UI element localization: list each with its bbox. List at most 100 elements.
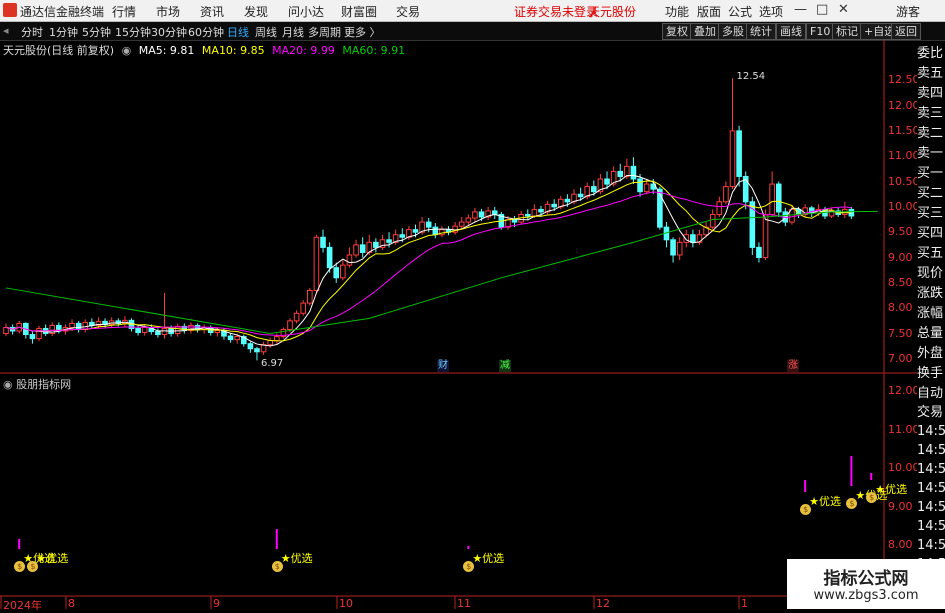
mark-button[interactable]: 标记 [832,23,862,40]
trade-field[interactable]: 14:56 [917,479,945,498]
close-icon[interactable]: ✕ [838,2,849,17]
candle-body [313,236,320,291]
period-5min[interactable]: 5分钟 [82,24,111,40]
candle-body [458,221,465,227]
price-tick: 10.50 [888,174,920,188]
quote-field[interactable]: 涨跌 [917,284,945,304]
quote-field[interactable]: 总量 [917,324,945,344]
quote-field[interactable]: 现价 [917,264,945,284]
period-tick[interactable]: 分时 [21,24,43,40]
trade-field[interactable]: 14:56 [917,441,945,460]
date-tick: 2024年 [3,599,42,612]
candle-body [227,335,234,341]
period-60min[interactable]: 60分钟 [188,24,224,40]
trade-field[interactable]: 14:56 [917,460,945,479]
stats-button[interactable]: 统计 [746,23,776,40]
period-more[interactable]: 更多 〉 [344,24,381,40]
signal-label: ★优选 [809,495,842,508]
guest-button[interactable]: 游客 [896,3,920,20]
period-1min[interactable]: 1分钟 [49,24,78,40]
period-multi[interactable]: 多周期 [308,24,341,40]
indicator-tick: 8.00 [888,538,913,551]
date-tick: 8 [68,597,75,610]
quote-field[interactable]: 买二 [917,184,945,204]
period-weekly[interactable]: 周线 [255,24,277,40]
quote-field[interactable]: 卖四 [917,84,945,104]
date-tick: 10 [339,597,353,610]
menu-trade[interactable]: 交易 [396,3,420,20]
quote-field[interactable]: 买三 [917,204,945,224]
candle-body [307,289,313,304]
quote-field[interactable]: 卖二 [917,124,945,144]
period-daily[interactable]: 日线 [227,24,249,40]
quote-field[interactable]: 换手 [917,364,945,384]
menu-market[interactable]: 市场 [156,3,180,20]
f10-button[interactable]: F10 [806,23,835,40]
indicator-title: ◉ 股朋指标网 [3,376,71,392]
price-tick: 11.00 [888,149,920,163]
candle-body [425,221,432,228]
quote-field[interactable]: 外盘 [917,344,945,364]
candle-body [775,183,782,213]
trade-field[interactable]: 14:56 [917,498,945,517]
quote-field[interactable]: 涨幅 [917,304,945,324]
menu-function[interactable]: 功能 [665,3,689,20]
quote-field[interactable]: 卖三 [917,104,945,124]
candle-body [637,178,643,193]
candle-body [577,193,584,198]
candle-body [604,178,610,185]
candle-body [643,183,650,193]
menu-news[interactable]: 资讯 [200,3,224,20]
event-reduce[interactable]: 减 [499,360,511,372]
minimize-icon[interactable]: — [794,2,807,17]
candle-body [141,326,148,334]
watermark: 指标公式网 www.zbgs3.com [787,559,945,609]
candle-body [478,211,485,218]
trade-field[interactable]: 14:56 [917,422,945,441]
candle-body [267,340,273,346]
candle-body [465,217,472,223]
maximize-icon[interactable]: □ [816,2,828,17]
menu-quotes[interactable]: 行情 [112,3,136,20]
quote-field[interactable]: 买一 [917,164,945,184]
back-button[interactable]: 返回 [891,23,921,40]
overlay-button[interactable]: 叠加 [690,23,720,40]
menu-discover[interactable]: 发现 [244,3,268,20]
quote-field[interactable]: 卖一 [917,144,945,164]
indicator-tick: 12.00 [888,384,920,397]
indicator-tick: 9.00 [888,499,913,513]
quote-field[interactable]: 买四 [917,224,945,244]
candle-body [247,343,254,350]
candle-body [531,208,538,217]
event-finance[interactable]: 财 [437,360,449,372]
candle-body [359,244,366,253]
high-price-label: 12.54 [736,71,766,83]
quote-field[interactable]: 委比 [917,44,945,64]
menu-options[interactable]: 选项 [759,3,783,20]
menu-wealth[interactable]: 财富圈 [341,3,377,20]
candle-body [538,208,544,213]
app-logo-icon [3,3,17,17]
quote-field[interactable]: 卖五 [917,64,945,84]
indicator-settings-icon[interactable]: ◉ [3,378,13,391]
candle-body [386,239,392,243]
trade-field[interactable]: 自动 [917,384,945,403]
menu-layout[interactable]: 版面 [697,3,721,20]
adjust-button[interactable]: 复权 [662,23,692,40]
menu-formula[interactable]: 公式 [728,3,752,20]
menu-ask[interactable]: 问小达 [288,3,324,20]
draw-button[interactable]: 画线 [776,23,806,40]
period-30min[interactable]: 30分钟 [151,24,187,40]
trade-field[interactable]: 14:56 [917,517,945,536]
toolbar-menu-icon[interactable]: ◂ [3,24,9,37]
period-monthly[interactable]: 月线 [282,24,304,40]
trade-field[interactable]: 14:56 [917,536,945,555]
event-limit[interactable]: 涨 [787,360,799,372]
quote-field[interactable]: 买五 [917,244,945,264]
login-alert[interactable]: 证券交易未登录 [514,3,598,20]
trade-field[interactable]: 交易 [917,403,945,422]
price-tick: 7.00 [888,351,913,365]
kline-chart[interactable] [0,40,945,609]
period-15min[interactable]: 15分钟 [115,24,151,40]
multi-stock-button[interactable]: 多股 [718,23,748,40]
